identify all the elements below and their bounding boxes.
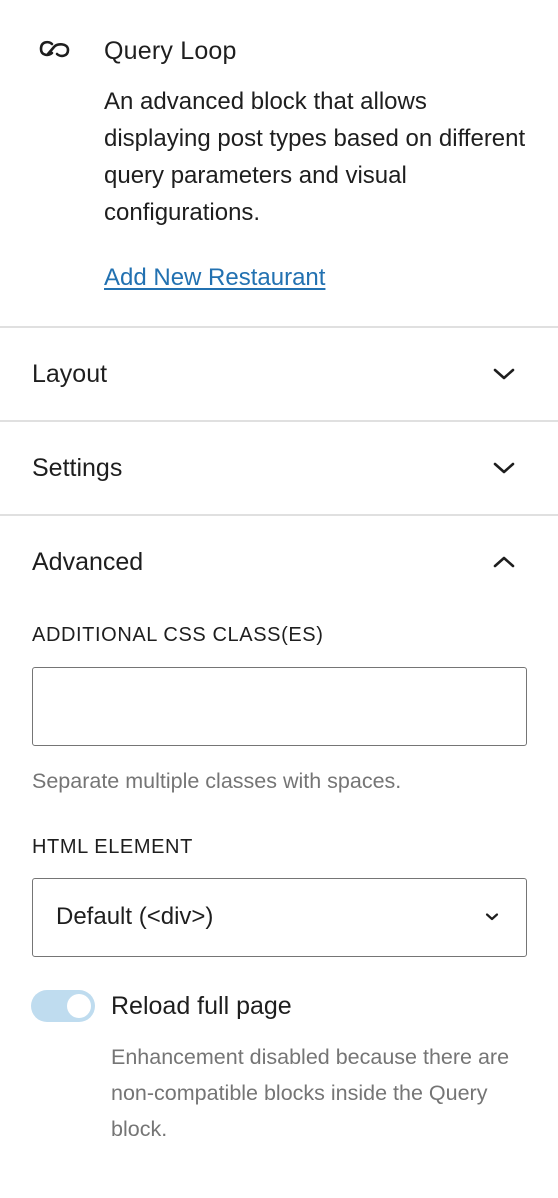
- query-loop-icon: [38, 38, 72, 62]
- panel-layout: Layout: [0, 326, 558, 421]
- panel-layout-title: Layout: [32, 360, 108, 388]
- block-title: Query Loop: [104, 37, 237, 65]
- panel-layout-toggle[interactable]: Layout: [0, 328, 558, 420]
- chevron-down-icon: [492, 362, 516, 386]
- css-class-input[interactable]: [32, 667, 527, 746]
- toggle-knob: [67, 994, 91, 1018]
- panel-advanced-toggle[interactable]: Advanced: [0, 516, 558, 608]
- panel-settings-toggle[interactable]: Settings: [0, 422, 558, 514]
- panel-settings-title: Settings: [32, 454, 123, 482]
- panel-settings: Settings: [0, 420, 558, 515]
- chevron-down-icon: [492, 456, 516, 480]
- reload-full-page-help: Enhancement disabled because there are n…: [111, 1045, 510, 1141]
- css-class-help: Separate multiple classes with spaces.: [32, 769, 402, 793]
- html-element-select[interactable]: Default (<div>): [32, 878, 527, 957]
- block-card: Query Loop An advanced block that allows…: [0, 0, 558, 327]
- add-new-restaurant-link[interactable]: Add New Restaurant: [104, 262, 325, 294]
- css-class-label: ADDITIONAL CSS CLASS(ES): [32, 624, 324, 646]
- reload-full-page-label: Reload full page: [111, 992, 292, 1020]
- block-description: An advanced block that allows displaying…: [104, 88, 526, 226]
- html-element-value: Default (<div>): [56, 903, 214, 930]
- reload-full-page-toggle[interactable]: [31, 990, 95, 1022]
- html-element-label: HTML ELEMENT: [32, 836, 193, 858]
- chevron-up-icon: [492, 550, 516, 574]
- chevron-down-icon: [482, 907, 502, 927]
- panel-advanced-title: Advanced: [32, 548, 144, 576]
